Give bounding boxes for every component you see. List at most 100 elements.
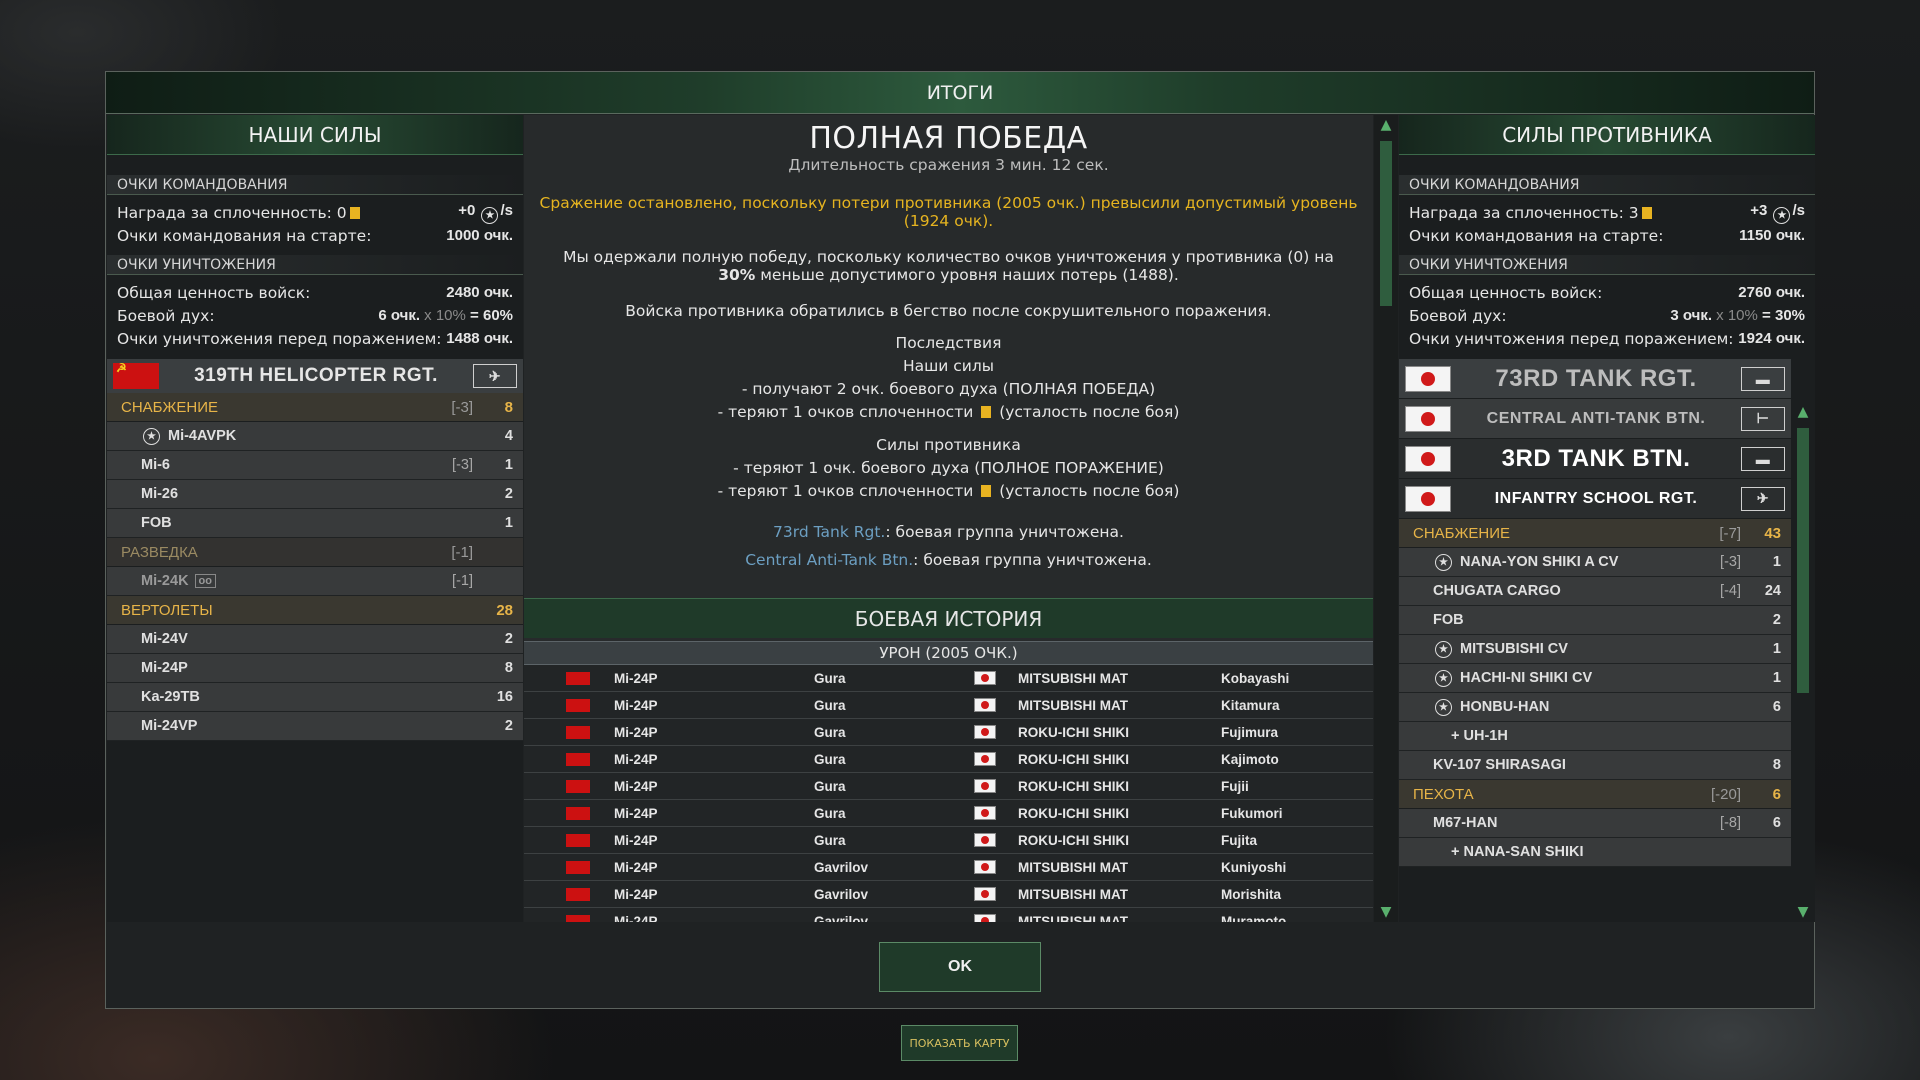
- scroll-up-icon[interactable]: ▲: [1378, 117, 1394, 133]
- morale-row: Боевой дух: 3 очк. x 10% = 30%: [1409, 306, 1805, 325]
- consequences-title: Последствия: [895, 334, 1002, 352]
- command-star-icon: ★: [1435, 669, 1452, 687]
- scroll-thumb[interactable]: [1797, 428, 1809, 693]
- command-points-section: ОЧКИ КОМАНДОВАНИЯ: [1399, 175, 1815, 195]
- unit-row[interactable]: Ka-29TB 16: [107, 683, 523, 712]
- ussr-flag-icon: [566, 698, 590, 712]
- command-star-icon: ★: [1435, 698, 1452, 716]
- total-value-row: Общая ценность войск: 2760 очк.: [1409, 283, 1805, 302]
- helicopter-icon: ✈: [1741, 486, 1785, 511]
- ok-button[interactable]: OK: [879, 942, 1041, 992]
- damage-log-row[interactable]: Mi-24P Gura ROKU-ICHI SHIKI Fujita: [524, 827, 1373, 854]
- scroll-down-icon[interactable]: ▼: [1795, 904, 1811, 920]
- enemy-forces-header: СИЛЫ ПРОТИВНИКА: [1399, 115, 1815, 155]
- command-points-section: ОЧКИ КОМАНДОВАНИЯ: [107, 175, 523, 195]
- helicopter-icon: ✈: [473, 364, 517, 388]
- destroyed-group-2: Central Anti-Tank Btn.: боевая группа ун…: [745, 551, 1152, 569]
- damage-log[interactable]: Mi-24P Gura MITSUBISHI MAT Kobayashi Mi-24P G…: [524, 665, 1373, 922]
- damage-log-row[interactable]: Mi-24P Gura ROKU-ICHI SHIKI Kajimoto: [524, 746, 1373, 773]
- cohesion-value: +0: [458, 201, 476, 219]
- ussr-flag-icon: [566, 779, 590, 793]
- japan-flag-icon: [1405, 485, 1451, 512]
- scroll-thumb[interactable]: [1380, 141, 1392, 306]
- damage-log-row[interactable]: Mi-24P Gura MITSUBISHI MAT Kobayashi: [524, 665, 1373, 692]
- japan-flag-icon: [974, 698, 996, 712]
- ussr-flag-icon: [566, 725, 590, 739]
- unit-row[interactable]: Mi-24V 2: [107, 625, 523, 654]
- summary-scrollbar[interactable]: ▲ ▼: [1374, 115, 1398, 922]
- category-row[interactable]: ПЕХОТА [-20] 6: [1399, 780, 1791, 809]
- unit-row[interactable]: + NANA-SAN SHIKI: [1399, 838, 1791, 867]
- category-row[interactable]: РАЗВЕДКА [-1]: [107, 538, 523, 567]
- unit-row[interactable]: ★ HACHI-NI SHIKI CV 1: [1399, 664, 1791, 693]
- unit-row[interactable]: ★ MITSUBISHI CV 1: [1399, 635, 1791, 664]
- our-consequence-2: - теряют 1 очков сплоченности (усталость…: [717, 403, 1180, 421]
- our-consequence-1: - получают 2 очк. боевого духа (ПОЛНАЯ П…: [741, 380, 1156, 398]
- unit-row[interactable]: ★ HONBU-HAN 6: [1399, 693, 1791, 722]
- unit-header[interactable]: 319TH HELICOPTER RGT. ✈: [107, 359, 523, 393]
- unit-row[interactable]: ★ Mi-4AVPK 4: [107, 422, 523, 451]
- damage-log-row[interactable]: Mi-24P Gura ROKU-ICHI SHIKI Fujii: [524, 773, 1373, 800]
- unit-row[interactable]: KV-107 SHIRASAGI 8: [1399, 751, 1791, 780]
- unit-row[interactable]: CHUGATA CARGO [-4] 24: [1399, 577, 1791, 606]
- unit-row[interactable]: FOB 2: [1399, 606, 1791, 635]
- damage-log-row[interactable]: Mi-24P Gavrilov MITSUBISHI MAT Morishita: [524, 881, 1373, 908]
- unit-row[interactable]: Mi-24VP 2: [107, 712, 523, 741]
- japan-flag-icon: [974, 806, 996, 820]
- cohesion-icon: [349, 206, 360, 219]
- command-star-icon: ★: [481, 206, 499, 224]
- damage-log-row[interactable]: Mi-24P Gura ROKU-ICHI SHIKI Fukumori: [524, 800, 1373, 827]
- unit-row[interactable]: Mi-6 [-3] 1: [107, 451, 523, 480]
- cohesion-row: Награда за сплоченность: 3 +3 ★/s: [1409, 201, 1805, 224]
- japan-flag-icon: [974, 725, 996, 739]
- results-dialog: ИТОГИ НАШИ СИЛЫ ОЧКИ КОМАНДОВАНИЯ Наград…: [105, 71, 1815, 1009]
- unit-link[interactable]: Central Anti-Tank Btn.: [745, 551, 913, 569]
- category-row[interactable]: СНАБЖЕНИЕ [-7] 43: [1399, 519, 1791, 548]
- japan-flag-icon: [974, 914, 996, 922]
- unit-row[interactable]: Mi-26 2: [107, 480, 523, 509]
- scroll-up-icon[interactable]: ▲: [1795, 404, 1811, 420]
- unit-row[interactable]: Mi-24P 8: [107, 654, 523, 683]
- dialog-title: ИТОГИ: [106, 72, 1814, 114]
- our-forces-title: Наши силы: [902, 357, 995, 375]
- scroll-down-icon[interactable]: ▼: [1378, 904, 1394, 920]
- enemy-scrollbar[interactable]: ▲ ▼: [1791, 402, 1815, 922]
- result-title: ПОЛНАЯ ПОБЕДА: [809, 121, 1088, 156]
- japan-flag-icon: [974, 752, 996, 766]
- total-value-row: Общая ценность войск: 2480 очк.: [117, 283, 513, 302]
- start-points-row: Очки командования на старте: 1150 очк.: [1409, 226, 1805, 245]
- unit-header[interactable]: 73RD TANK RGT. ▬: [1399, 359, 1791, 399]
- kill-points-section: ОЧКИ УНИЧТОЖЕНИЯ: [1399, 255, 1815, 275]
- damage-log-row[interactable]: Mi-24P Gavrilov MITSUBISHI MAT Muramoto: [524, 908, 1373, 922]
- ussr-flag-icon: [566, 671, 590, 685]
- category-row[interactable]: ВЕРТОЛЕТЫ 28: [107, 596, 523, 625]
- ussr-flag-icon: [566, 752, 590, 766]
- kill-points-section: ОЧКИ УНИЧТОЖЕНИЯ: [107, 255, 523, 275]
- unit-link[interactable]: 73rd Tank Rgt.: [773, 523, 885, 541]
- victory-reason: Мы одержали полную победу, поскольку кол…: [563, 248, 1334, 284]
- unit-row[interactable]: ★ NANA-YON SHIKI A CV [-3] 1: [1399, 548, 1791, 577]
- unit-row[interactable]: Mi-24K oo [-1]: [107, 567, 523, 596]
- unit-name: 319TH HELICOPTER RGT.: [194, 365, 438, 386]
- ussr-flag-icon: [566, 914, 590, 922]
- unit-row[interactable]: M67-HAN [-8] 6: [1399, 809, 1791, 838]
- damage-log-row[interactable]: Mi-24P Gura ROKU-ICHI SHIKI Fujimura: [524, 719, 1373, 746]
- damage-log-row[interactable]: Mi-24P Gura MITSUBISHI MAT Kitamura: [524, 692, 1373, 719]
- enemy-fled: Войска противника обратились в бегство п…: [625, 302, 1272, 320]
- unit-header[interactable]: 3RD TANK BTN. ▬: [1399, 439, 1791, 479]
- battle-duration: Длительность сражения 3 мин. 12 сек.: [788, 156, 1109, 174]
- category-row[interactable]: СНАБЖЕНИЕ [-3] 8: [107, 393, 523, 422]
- command-star-icon: ★: [1435, 640, 1452, 658]
- unit-row[interactable]: + UH-1H: [1399, 722, 1791, 751]
- damage-log-row[interactable]: Mi-24P Gavrilov MITSUBISHI MAT Kuniyoshi: [524, 854, 1373, 881]
- unit-header[interactable]: INFANTRY SCHOOL RGT. ✈: [1399, 479, 1791, 519]
- ussr-flag-icon: [566, 833, 590, 847]
- destroyed-group-1: 73rd Tank Rgt.: боевая группа уничтожена…: [773, 523, 1124, 541]
- damage-header[interactable]: УРОН (2005 ОЧК.): [524, 641, 1373, 665]
- defeat-points-row: Очки уничтожения перед поражением: 1488 о…: [117, 329, 513, 348]
- unit-row[interactable]: FOB 1: [107, 509, 523, 538]
- show-map-button[interactable]: ПОКАЗАТЬ КАРТУ: [901, 1025, 1018, 1061]
- unit-header[interactable]: CENTRAL ANTI-TANK BTN. ⊢: [1399, 399, 1791, 439]
- battle-history-header: БОЕВАЯ ИСТОРИЯ: [524, 598, 1373, 638]
- japan-flag-icon: [1405, 365, 1451, 392]
